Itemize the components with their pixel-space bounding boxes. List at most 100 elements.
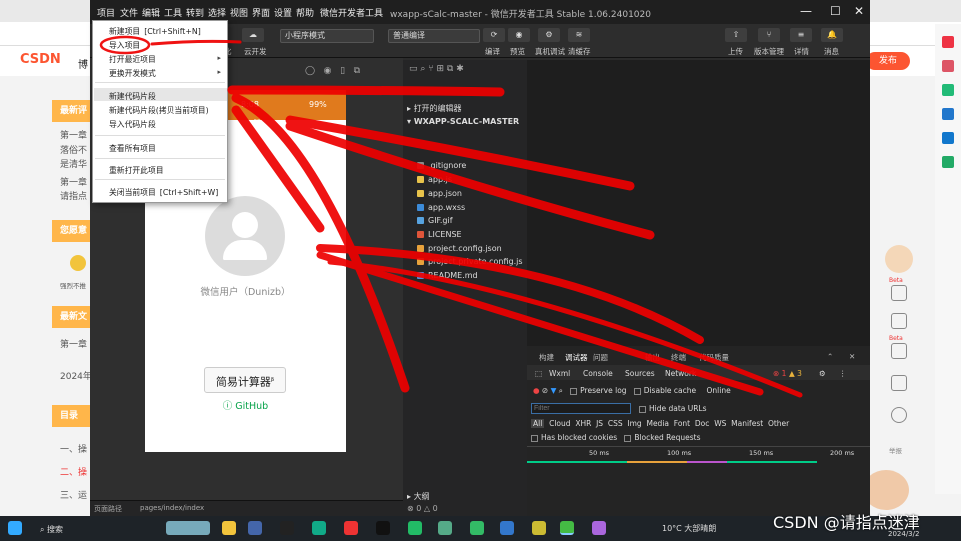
preview-label[interactable]: 预览 [510, 46, 525, 57]
tab-build[interactable]: 构建 [539, 352, 554, 363]
outline-header[interactable]: ▸ 大纲 [407, 491, 430, 502]
maximize-icon[interactable]: ☐ [830, 4, 841, 18]
whiteboard-icon[interactable] [942, 156, 954, 168]
tab-code-quality[interactable]: 代码质量 [699, 352, 729, 363]
sad-face-icon[interactable] [70, 255, 86, 271]
menu-item[interactable]: 查看所有项目 [109, 143, 156, 154]
edit-icon[interactable] [891, 375, 907, 391]
tab-output[interactable]: 输出 [645, 352, 660, 363]
app-icon[interactable] [532, 521, 546, 535]
menu-edit[interactable]: 编辑 [142, 6, 160, 19]
cloud-dev-label[interactable]: 云开发 [244, 46, 267, 57]
app-icon[interactable] [438, 521, 452, 535]
menu-view[interactable]: 视图 [230, 6, 248, 19]
subtab-network[interactable]: Network [665, 369, 696, 378]
message-icon[interactable]: 🔔 [821, 28, 843, 42]
blog-label[interactable]: 博 [78, 56, 88, 71]
hide-data-urls[interactable]: Hide data URLs [639, 404, 707, 413]
weather[interactable]: 10°C 大部晴朗 [662, 523, 716, 534]
menu-tools[interactable]: 工具 [164, 6, 182, 19]
settings-icon[interactable]: ⚙ [819, 369, 826, 378]
headset-icon[interactable] [891, 407, 907, 423]
more-icon[interactable]: ⋮ [839, 369, 847, 378]
menu-help[interactable]: 帮助 [296, 6, 314, 19]
subtab-console[interactable]: Console [583, 369, 613, 378]
app-icon[interactable] [248, 521, 262, 535]
menu-ui[interactable]: 界面 [252, 6, 270, 19]
record-icon[interactable]: ● [533, 386, 540, 395]
app-icon[interactable] [592, 521, 606, 535]
menu-settings[interactable]: 设置 [274, 6, 292, 19]
resource-type-filters[interactable]: All Cloud XHR JS CSS Img Media Font Doc … [531, 419, 789, 428]
toc-item[interactable]: 三、运 [60, 488, 87, 501]
preserve-log-checkbox[interactable] [570, 387, 578, 395]
qq-icon[interactable] [280, 521, 294, 535]
upload-icon[interactable]: ⇧ [725, 28, 747, 42]
menu-item[interactable]: 重新打开此项目 [109, 165, 164, 176]
list-icon[interactable] [891, 313, 907, 329]
outlook-icon[interactable] [942, 132, 954, 144]
disable-cache-checkbox[interactable] [633, 387, 641, 395]
minimize-icon[interactable]: — [800, 4, 812, 18]
file-item[interactable]: README.md [417, 271, 478, 280]
remote-debug-icon[interactable]: ⚙ [538, 28, 560, 42]
menu-item[interactable]: 新建代码片段(拷贝当前项目) [109, 105, 209, 116]
calculator-button[interactable]: 简易计算器β [204, 367, 286, 393]
tab-terminal[interactable]: 终端 [671, 352, 686, 363]
blocked-requests-checkbox[interactable] [624, 434, 632, 442]
toc-item[interactable]: 二、操 [60, 465, 87, 478]
office-icon[interactable] [942, 108, 954, 120]
file-item[interactable]: GIF.gif [417, 216, 453, 225]
menu-item[interactable]: 关闭当前项目 [Ctrl+Shift+W] [109, 187, 218, 198]
explorer-icon[interactable] [222, 521, 236, 535]
blocked-cookies-checkbox[interactable] [531, 434, 538, 442]
menu-select[interactable]: 选择 [208, 6, 226, 19]
tab-debugger[interactable]: 调试器 [565, 352, 588, 363]
menu-item[interactable]: 导入项目 [109, 40, 140, 51]
widget-icon[interactable] [166, 521, 210, 535]
details-icon[interactable]: ≡ [790, 28, 812, 42]
bag-icon[interactable] [942, 60, 954, 72]
version-icon[interactable]: ⑂ [758, 28, 780, 42]
file-item[interactable]: .gitignore [417, 161, 466, 170]
snippet[interactable]: 第一章 [60, 337, 87, 350]
problems-status[interactable]: ⊗ 0 △ 0 [407, 504, 438, 513]
mode-select[interactable]: 小程序模式 [280, 29, 374, 43]
file-item[interactable]: app.json [417, 189, 462, 198]
inspect-icon[interactable]: ⬚ [535, 369, 542, 378]
clear-cache-icon[interactable]: ≋ [568, 28, 590, 42]
upload-label[interactable]: 上传 [728, 46, 743, 57]
cloud-icon[interactable]: ☁ [242, 28, 264, 42]
close-icon[interactable]: ✕ [854, 4, 864, 18]
chart-icon[interactable] [891, 285, 907, 301]
tab-problems[interactable]: 问题 [593, 352, 608, 363]
report-label[interactable]: 举报 [889, 445, 902, 455]
snippet[interactable]: 第一章 [60, 175, 87, 188]
menu-item[interactable]: 打开最近项目 [109, 54, 156, 65]
page-path[interactable]: pages/index/index [140, 504, 204, 512]
explorer-toolbar-icons[interactable]: ▭ ⌕ ⑂ ⊞ ⧉ ✱ [409, 64, 464, 74]
message-label[interactable]: 消息 [824, 46, 839, 57]
open-editors-header[interactable]: ▸ 打开的编辑器 [407, 103, 462, 114]
simulator-toolbar-icons[interactable]: ◯ ◉ ▯ ⧉ [305, 66, 360, 76]
page-path-label[interactable]: 页面路径 [94, 504, 122, 514]
subtab-sources[interactable]: Sources [625, 369, 655, 378]
menu-item[interactable]: 新建代码片段 [109, 91, 156, 102]
file-item[interactable]: project.config.json [417, 244, 502, 253]
close-panel-icon[interactable]: ✕ [849, 352, 855, 361]
note-icon[interactable] [891, 343, 907, 359]
throttle-select[interactable]: Online [707, 386, 731, 395]
file-item[interactable]: app.js [417, 175, 452, 184]
menu-devtools[interactable]: 微信开发者工具 [320, 6, 383, 19]
version-label[interactable]: 版本管理 [754, 46, 784, 57]
wechat-icon[interactable] [408, 521, 422, 535]
subtab-wxml[interactable]: Wxml [549, 369, 570, 378]
github-link[interactable]: ⓘ GitHub [145, 398, 346, 412]
toc-item[interactable]: 一、操 [60, 442, 87, 455]
csdn-logo[interactable]: CSDN [20, 52, 61, 67]
clear-cache-label[interactable]: 清缓存 [568, 46, 591, 57]
mascot-icon[interactable] [885, 245, 913, 273]
menu-goto[interactable]: 转到 [186, 6, 204, 19]
game-icon[interactable] [942, 84, 954, 96]
compile-select[interactable]: 普通编译 [388, 29, 480, 43]
